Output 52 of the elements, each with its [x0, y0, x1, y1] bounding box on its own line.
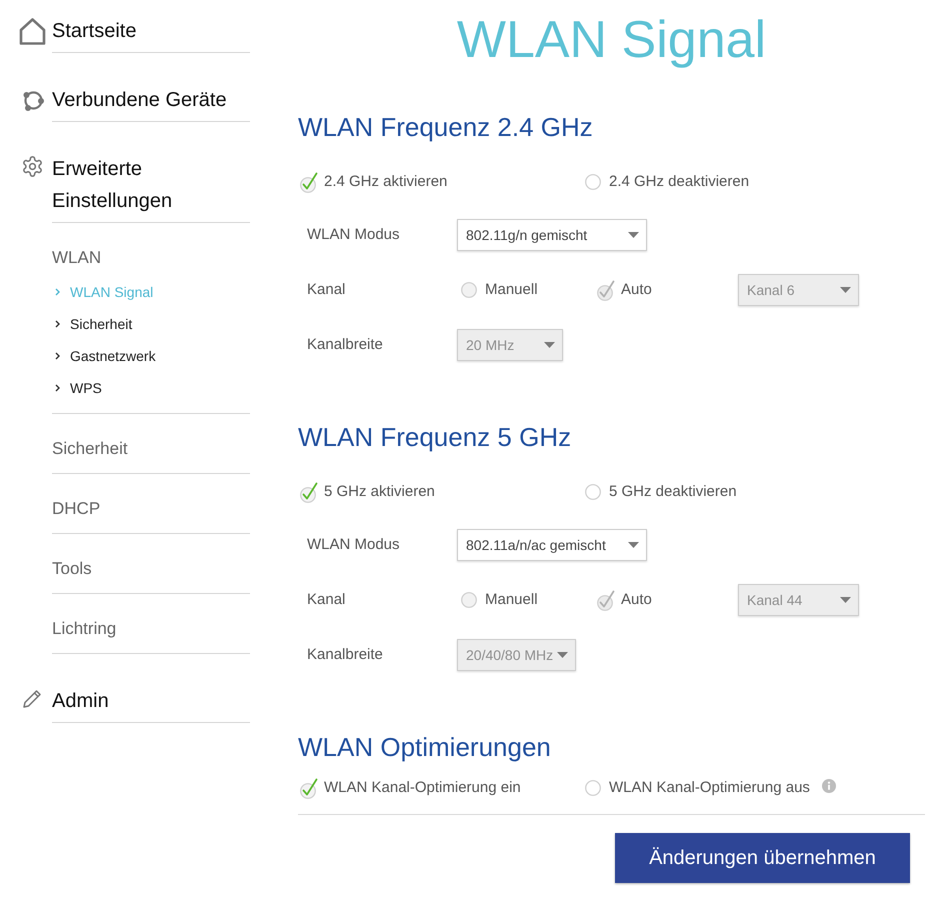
field-label: Kanal [307, 591, 346, 608]
nav-link[interactable]: WPS [52, 378, 102, 398]
settings-icon[interactable] [21, 155, 44, 178]
radio-option[interactable]: 5 GHz aktivieren [300, 480, 435, 504]
caret-down-icon [544, 342, 555, 348]
nav-group-label[interactable]: WLAN [52, 248, 102, 267]
pencil-icon[interactable] [22, 689, 42, 709]
radio-option[interactable]: 5 GHz deaktivieren [585, 480, 737, 504]
section-heading: WLAN Frequenz 2.4 GHz [298, 111, 594, 144]
caret-down-icon [840, 597, 851, 603]
nav-link[interactable]: Admin [52, 685, 109, 717]
nav-link[interactable]: Sicherheit [52, 439, 128, 458]
field-label: Kanalbreite [307, 336, 383, 353]
chevron-right-icon [55, 288, 60, 296]
radio-option[interactable]: WLAN Kanal-Optimierung aus [585, 776, 810, 800]
radio-option[interactable]: 2.4 GHz aktivieren [300, 170, 448, 194]
radio-icon[interactable] [585, 780, 601, 796]
network-icon[interactable] [22, 88, 45, 112]
caret-down-icon [628, 542, 639, 548]
nav-link[interactable]: Sicherheit [52, 314, 132, 334]
section-heading: WLAN Frequenz 5 GHz [298, 421, 572, 454]
nav-link[interactable]: Verbundene Geräte [52, 84, 227, 116]
checked-radio-icon[interactable] [300, 172, 318, 192]
checked-radio-icon[interactable] [300, 482, 318, 502]
apply-button[interactable]: Änderungen übernehmen [615, 833, 910, 883]
chevron-right-icon [55, 384, 60, 392]
nav-link[interactable]: Erweiterte Einstellungen [52, 153, 250, 217]
radio-option[interactable]: WLAN Kanal-Optimierung ein [300, 776, 521, 800]
chevron-right-icon [55, 352, 60, 360]
field-label: WLAN Modus [307, 536, 400, 553]
caret-down-icon [557, 652, 568, 658]
nav-link[interactable]: Gastnetzwerk [52, 346, 156, 366]
checked-radio-icon[interactable] [300, 778, 318, 798]
caret-down-icon [628, 232, 639, 238]
caret-down-icon [840, 287, 851, 293]
nav-link[interactable]: DHCP [52, 499, 100, 518]
dropdown[interactable]: 802.11g/n gemischt [457, 219, 647, 251]
section-heading: WLAN Optimierungen [298, 731, 552, 764]
field-label: Kanal [307, 281, 346, 298]
field-label: Kanalbreite [307, 646, 383, 663]
radio-icon[interactable] [585, 484, 601, 500]
dropdown[interactable]: 802.11a/n/ac gemischt [457, 529, 647, 561]
page-title: WLAN Signal [456, 10, 766, 70]
radio-icon[interactable] [585, 174, 601, 190]
nav-link[interactable]: Tools [52, 559, 92, 578]
radio-option[interactable]: 2.4 GHz deaktivieren [585, 170, 750, 194]
field-label: WLAN Modus [307, 226, 400, 243]
nav-link[interactable]: Startseite [52, 15, 136, 47]
chevron-right-icon [55, 320, 60, 328]
home-icon[interactable] [18, 16, 47, 46]
info-icon[interactable] [822, 779, 836, 793]
nav-link[interactable]: Lichtring [52, 619, 116, 638]
